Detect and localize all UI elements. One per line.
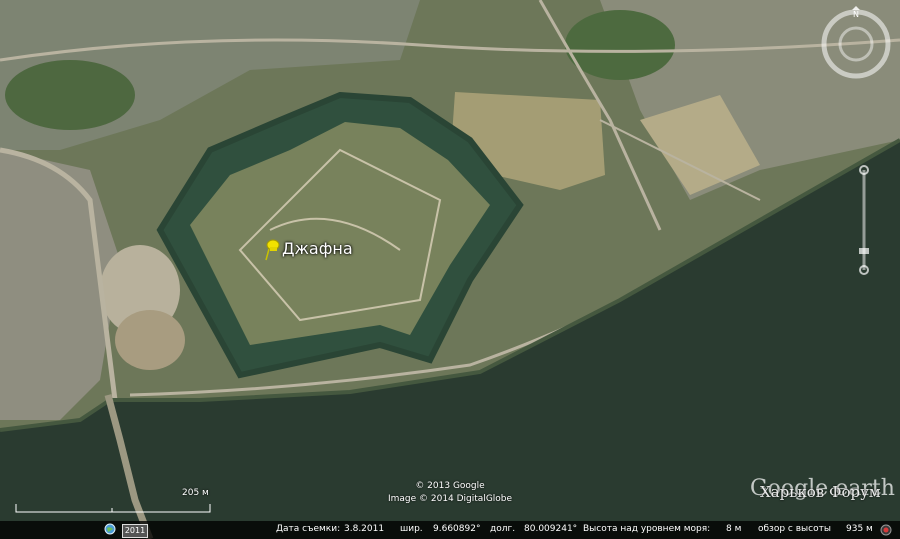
- yellow-pushpin-icon[interactable]: [264, 238, 282, 262]
- credit-line-google: © 2013 Google: [415, 481, 485, 491]
- eye-altitude-label: обзор с высоты: [758, 524, 831, 534]
- latitude-value: 9.660892°: [433, 524, 481, 534]
- map-viewport[interactable]: Джафна N 205 м © 2013 Google Image © 201…: [0, 0, 900, 539]
- globe-icon[interactable]: [104, 523, 116, 535]
- eye-altitude-value: 935 м: [846, 524, 873, 534]
- image-date-label: Дата съемки:: [276, 524, 341, 534]
- placemark[interactable]: Джафна: [264, 238, 353, 262]
- zoom-slider-icon[interactable]: [854, 162, 874, 282]
- image-date-value: 3.8.2011: [344, 524, 385, 534]
- compass-icon[interactable]: N: [816, 4, 896, 84]
- svg-text:N: N: [853, 10, 859, 19]
- elevation-label: Высота над уровнем моря:: [583, 524, 711, 534]
- historical-imagery-year[interactable]: 2011: [122, 524, 148, 538]
- longitude-value: 80.009241°: [524, 524, 578, 534]
- longitude-label: долг.: [490, 524, 516, 534]
- record-icon[interactable]: [880, 524, 892, 536]
- elevation-value: 8 м: [726, 524, 742, 534]
- forum-watermark: Харьков Форум: [760, 483, 881, 501]
- credit-line-digitalglobe: Image © 2014 DigitalGlobe: [387, 494, 513, 504]
- placemark-label[interactable]: Джафна: [282, 239, 353, 258]
- latitude-label: шир.: [400, 524, 423, 534]
- satellite-imagery[interactable]: [0, 0, 900, 539]
- imagery-credits: © 2013 Google Image © 2014 DigitalGlobe: [370, 480, 530, 506]
- scale-label: 205 м: [182, 488, 209, 498]
